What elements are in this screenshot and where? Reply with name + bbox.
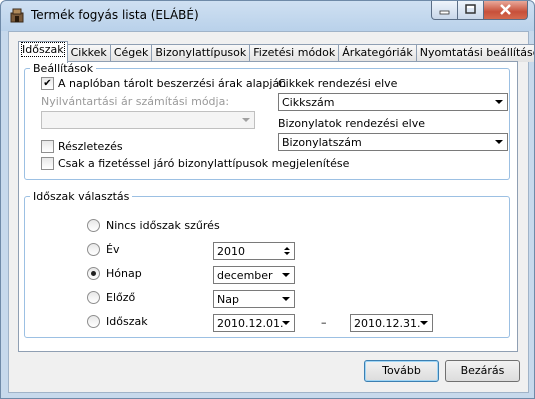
app-icon [10,8,24,23]
tab-panel-period: Beállítások ✔ A naplóban tárolt beszerzés… [18,61,518,352]
period-month-radio[interactable]: Hónap [87,266,142,281]
minimize-icon [439,10,450,15]
tab-label: Bizonylattípusok [155,46,247,59]
tab-label: Időszak [21,42,65,57]
radio-label: Időszak [106,315,148,328]
radio-circle [87,314,100,328]
spin-buttons[interactable] [281,244,293,258]
dropdown-value: Nap [217,293,239,306]
period-range-radio[interactable]: Időszak [87,314,148,329]
range-from-date[interactable]: 2010.12.01. [213,314,295,332]
maximize-icon [465,4,476,14]
checkbox-label: A naplóban tárolt beszerzési árak alapjá… [58,77,287,90]
dialog-body: Időszak Cikkek Cégek Bizonylattípusok Fi… [8,31,534,393]
radio-circle [87,266,100,280]
checkbox-box [41,139,54,153]
maximize-button[interactable] [458,1,484,20]
period-previous-radio[interactable]: Előző [87,290,136,305]
inventory-method-label: Nyilvántartási ár számítási módja: [41,95,230,108]
stepper-value: 2010 [217,245,245,258]
chevron-down-icon [242,118,250,122]
close-icon [500,4,511,15]
year-stepper[interactable]: 2010 [213,242,295,260]
tab-period[interactable]: Időszak [18,41,68,63]
tab-items[interactable]: Cikkek [67,44,111,62]
items-sort-label: Cikkek rendezési elve [278,77,398,90]
items-sort-dropdown[interactable]: Cikkszám [278,93,508,111]
tab-label: Cikkek [70,46,107,59]
spin-arrows-icon [284,247,290,255]
period-legend: Időszak választás [33,190,130,203]
window-title: Termék fogyás lista (ELÁBÉ) [31,8,199,22]
minimize-button[interactable] [431,1,458,20]
docs-sort-dropdown[interactable]: Bizonylatszám [278,133,508,151]
tab-document-types[interactable]: Bizonylattípusok [152,44,251,62]
chevron-down-icon [282,273,290,277]
tab-label: Árkategóriák [342,46,413,59]
radio-label: Hónap [106,267,142,280]
inventory-method-dropdown [41,111,255,129]
radio-label: Nincs időszak szűrés [106,219,220,232]
checkbox-label: Részletezés [58,140,123,153]
tab-label: Cégek [113,46,149,59]
date-value: 2010.12.31. [354,317,421,330]
period-none-radio[interactable]: Nincs időszak szűrés [87,218,220,233]
radio-circle [87,242,100,256]
window-controls [431,1,528,20]
tab-strip: Időszak Cikkek Cégek Bizonylattípusok Fi… [18,41,535,63]
details-checkbox[interactable]: Részletezés [41,139,123,154]
checkbox-label: Csak a fizetéssel járó bizonylattípusok … [58,157,350,170]
chevron-down-icon [282,321,290,325]
chevron-down-icon [420,321,428,325]
close-window-button[interactable] [484,1,528,20]
tab-payment-methods[interactable]: Fizetési módok [250,44,340,62]
checkbox-box [41,156,54,170]
chevron-down-icon [282,297,290,301]
dropdown-value: december [217,269,273,282]
use-log-prices-checkbox[interactable]: ✔ A naplóban tárolt beszerzési árak alapj… [41,76,287,91]
radio-label: Előző [106,291,136,304]
previous-dropdown[interactable]: Nap [213,290,295,308]
dialog-window: Termék fogyás lista (ELÁBÉ) Időszak Cikk… [0,0,535,399]
next-button[interactable]: Tovább [364,360,439,382]
tab-price-categories[interactable]: Árkategóriák [339,44,417,62]
settings-legend: Beállítások [33,62,94,75]
radio-circle [87,290,100,304]
range-separator: – [321,316,327,329]
chevron-down-icon [495,140,503,144]
tab-label: Fizetési módok [253,46,336,59]
docs-sort-label: Bizonylatok rendezési elve [278,117,425,130]
tab-print-settings[interactable]: Nyomtatási beállítások [416,44,535,62]
checkbox-box: ✔ [41,76,54,90]
month-dropdown[interactable]: december [213,266,295,284]
tab-label: Nyomtatási beállítások [419,46,535,59]
period-year-radio[interactable]: Év [87,242,120,257]
title-bar[interactable]: Termék fogyás lista (ELÁBÉ) [1,1,534,31]
dropdown-value: Cikkszám [282,96,335,109]
dropdown-value: Bizonylatszám [282,136,362,149]
close-button[interactable]: Bezárás [445,360,520,382]
radio-circle [87,218,100,232]
chevron-down-icon [495,100,503,104]
radio-label: Év [106,243,120,256]
paid-only-checkbox[interactable]: Csak a fizetéssel járó bizonylattípusok … [41,156,350,171]
tab-companies[interactable]: Cégek [110,44,153,62]
range-to-date[interactable]: 2010.12.31. [350,314,433,332]
date-value: 2010.12.01. [217,317,284,330]
